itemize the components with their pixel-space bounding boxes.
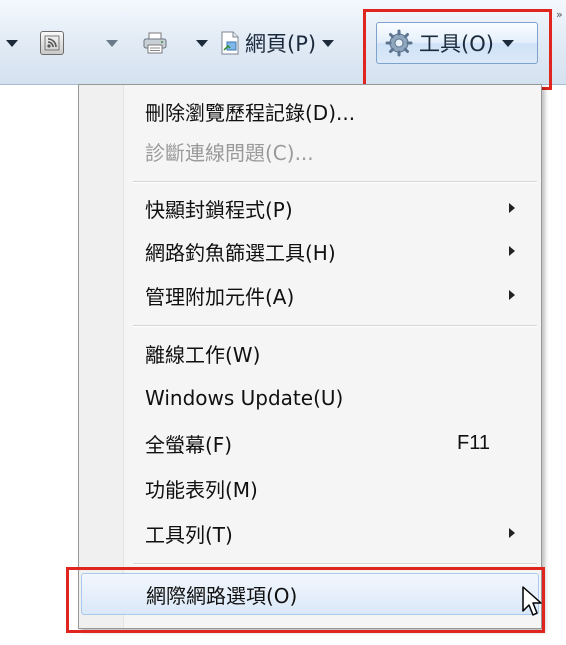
- menu-item-label: 離線工作(W): [145, 342, 261, 367]
- feeds-button[interactable]: [40, 28, 64, 58]
- tools-menu-label: 工具(O): [419, 32, 494, 56]
- menu-item-toolbars[interactable]: 工具列(T): [79, 512, 541, 554]
- menu-item-label: 網際網路選項(O): [146, 583, 298, 608]
- page-icon: [221, 31, 239, 55]
- menu-item-label: 診斷連線問題(C)...: [145, 140, 314, 165]
- gear-icon: [385, 29, 413, 57]
- feeds-dropdown-button[interactable]: [106, 28, 118, 58]
- menu-item-label: 管理附加元件(A): [145, 284, 295, 309]
- printer-icon: [143, 32, 167, 54]
- mouse-pointer-icon: [522, 586, 542, 616]
- submenu-arrow-icon: [509, 246, 515, 256]
- rss-icon: [40, 31, 64, 55]
- menu-item-phishing-filter[interactable]: 網路釣魚篩選工具(H): [79, 230, 541, 272]
- tools-menu-button[interactable]: 工具(O): [376, 22, 538, 64]
- shortcut-label: F11: [457, 431, 490, 454]
- menu-item-windows-update[interactable]: Windows Update(U): [79, 377, 541, 419]
- chevron-down-icon: [6, 39, 18, 47]
- submenu-arrow-icon: [509, 203, 515, 213]
- print-dropdown-button[interactable]: [196, 28, 208, 58]
- menu-item-label: 快顯封鎖程式(P): [145, 197, 293, 222]
- tools-dropdown-menu: 刪除瀏覽歷程記錄(D)... 診斷連線問題(C)... 快顯封鎖程式(P) 網路…: [78, 84, 542, 629]
- menu-item-label: 工具列(T): [145, 522, 233, 547]
- menu-item-label: 功能表列(M): [145, 477, 258, 502]
- menu-separator: [133, 181, 537, 183]
- chevron-down-icon: [322, 39, 335, 47]
- menu-item-diagnose-connection: 診斷連線問題(C)...: [79, 130, 541, 172]
- menu-item-menu-bar[interactable]: 功能表列(M): [79, 467, 541, 509]
- page-menu-button[interactable]: 網頁(P): [219, 28, 335, 58]
- chevron-down-icon: [501, 39, 514, 47]
- command-bar: 網頁(P) 工具(O) »: [0, 0, 566, 85]
- menu-separator: [133, 563, 537, 565]
- toolbar-overflow-chevron[interactable]: »: [556, 8, 563, 21]
- menu-separator: [133, 325, 537, 327]
- menu-item-label: Windows Update(U): [145, 386, 344, 410]
- chevron-down-icon: [196, 39, 208, 47]
- menu-item-delete-browsing-history[interactable]: 刪除瀏覽歷程記錄(D)...: [79, 90, 541, 132]
- home-dropdown-button[interactable]: [6, 28, 18, 58]
- menu-item-label: 網路釣魚篩選工具(H): [145, 240, 336, 265]
- submenu-arrow-icon: [509, 290, 515, 300]
- menu-item-work-offline[interactable]: 離線工作(W): [79, 332, 541, 374]
- menu-item-label: 刪除瀏覽歷程記錄(D)...: [145, 100, 356, 125]
- page-menu-label: 網頁(P): [245, 32, 317, 56]
- submenu-arrow-icon: [509, 528, 515, 538]
- menu-item-label: 全螢幕(F): [145, 432, 233, 457]
- print-button[interactable]: [142, 28, 168, 58]
- menu-item-internet-options[interactable]: 網際網路選項(O): [81, 573, 539, 615]
- menu-item-manage-addons[interactable]: 管理附加元件(A): [79, 274, 541, 316]
- chevron-down-icon: [106, 39, 118, 47]
- menu-item-full-screen[interactable]: 全螢幕(F) F11: [79, 422, 541, 464]
- menu-item-popup-blocker[interactable]: 快顯封鎖程式(P): [79, 187, 541, 229]
